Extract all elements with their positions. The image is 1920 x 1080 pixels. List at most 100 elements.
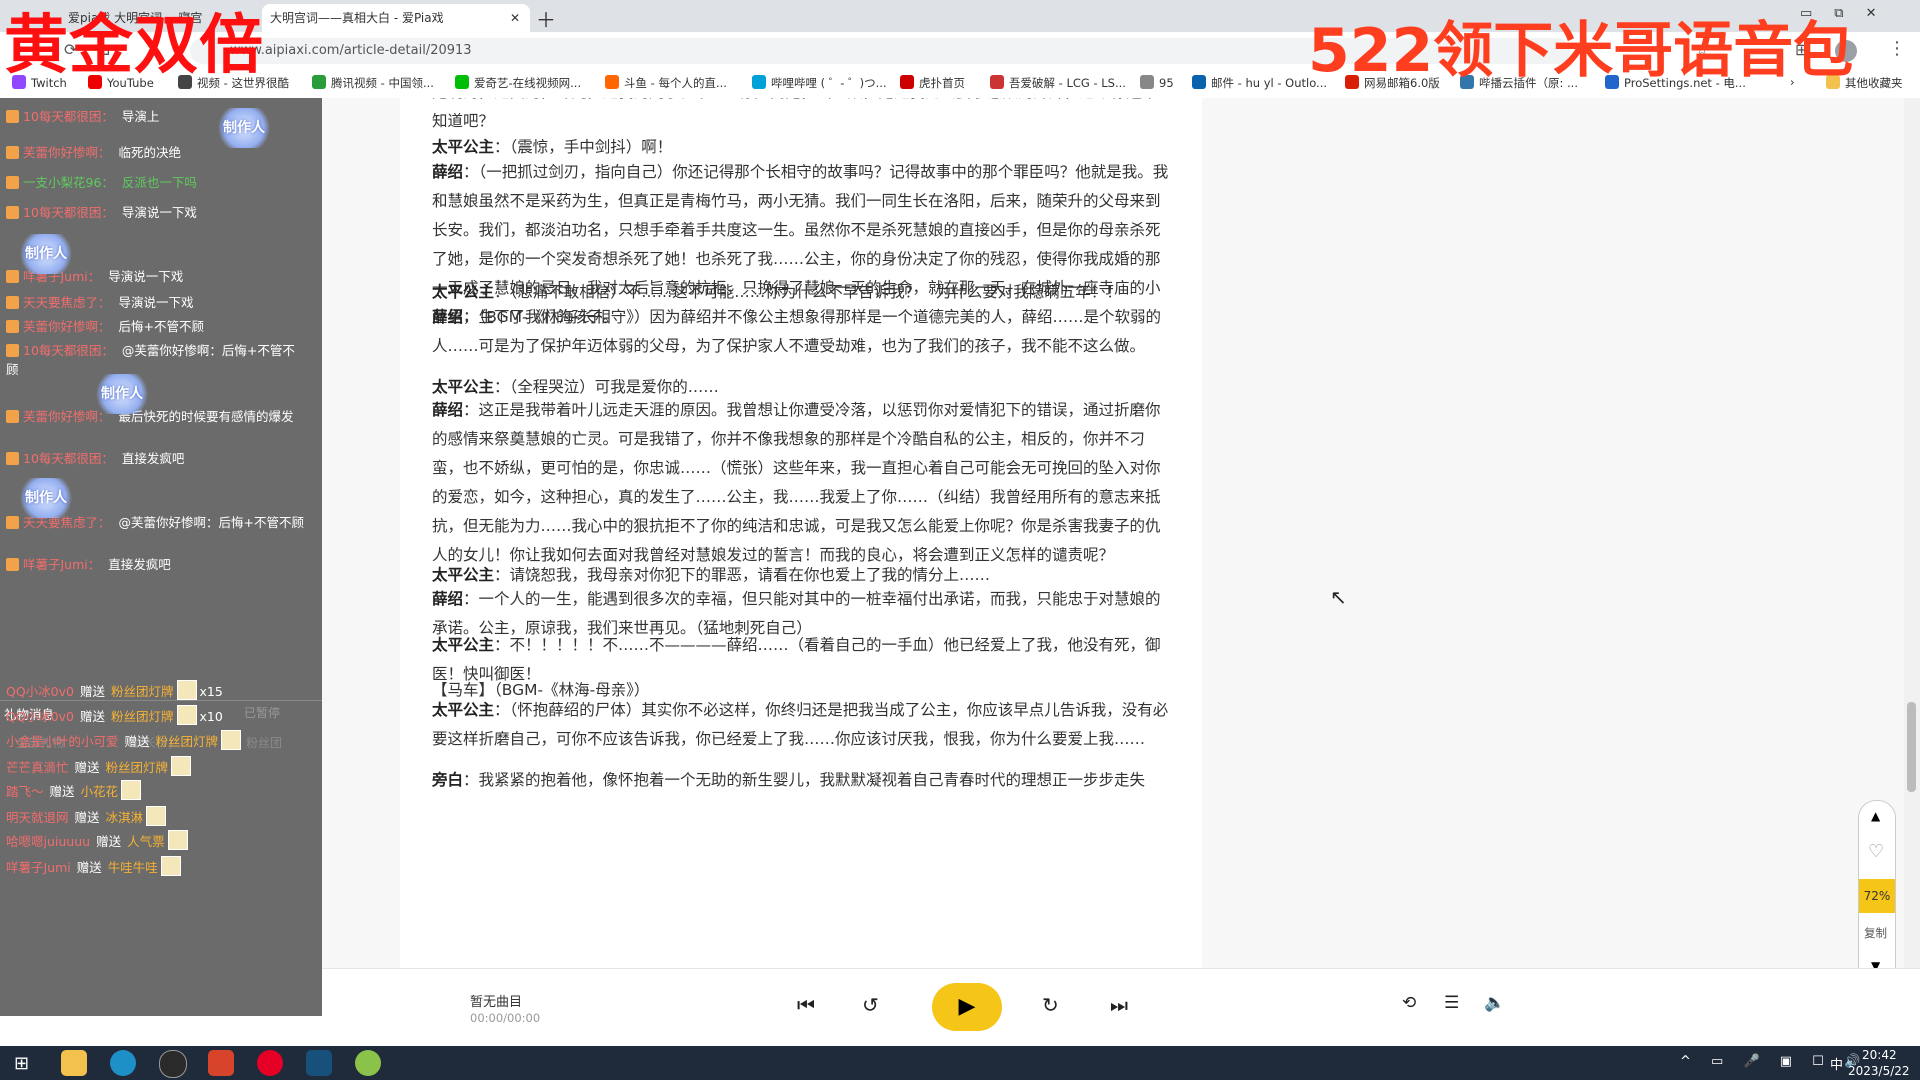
iqiyi-icon	[455, 75, 469, 89]
chat-text: 临死的决绝	[118, 145, 182, 160]
app-icon-2[interactable]	[355, 1050, 381, 1076]
gift-tab-fans[interactable]: 粉丝团	[246, 734, 282, 751]
speaker-name: 太平公主	[432, 283, 495, 301]
steam-icon[interactable]	[306, 1050, 332, 1076]
chat-message: 10每天都很困： 直接发疯吧	[6, 448, 306, 467]
paragraph-text: 她说的，是真的，叶儿，是我的儿子。（BGM停）而她，叫瑾娘，她是我死去妻子慧娘的…	[432, 98, 1158, 130]
bookmark-item[interactable]: 腾讯视频 - 中国领...	[312, 75, 434, 91]
gift-verb: 赠送	[96, 834, 122, 849]
script-paragraph: 她说的，是真的，叶儿，是我的儿子。（BGM停）而她，叫瑾娘，她是我死去妻子慧娘的…	[432, 98, 1172, 136]
gift-username[interactable]: 小盒是小叶的小可爱	[6, 734, 119, 749]
chat-username[interactable]: 10每天都很困：	[23, 343, 114, 358]
chat-text: 导演说一下戏	[108, 269, 184, 284]
chat-username[interactable]: 咩薯子Jumi：	[23, 557, 100, 572]
room-badge-icon	[6, 110, 19, 123]
chat-username[interactable]: 10每天都很困：	[23, 205, 114, 220]
speaker-name: 薛绍	[432, 163, 464, 181]
gift-message: 明天就退网 赠送 冰淇淋	[6, 806, 169, 826]
chat-username[interactable]: 天天要焦虑了：	[23, 295, 111, 310]
windows-start-icon[interactable]: ⊞	[14, 1053, 29, 1074]
gift-username[interactable]: 哈嗯嗯juiuuuu	[6, 834, 90, 849]
speaker-name: 薛绍	[432, 590, 464, 608]
gift-icon	[121, 780, 142, 800]
gift-username[interactable]: QQ小冰0v0	[6, 709, 74, 724]
copy-button[interactable]: 复制	[1864, 925, 1887, 941]
new-tab-icon[interactable]: ＋	[536, 4, 556, 33]
bookmark-item[interactable]: 爱奇艺-在线视频网...	[455, 75, 581, 91]
chat-text: 导演说一下戏	[121, 205, 197, 220]
previous-icon[interactable]: ⏮	[797, 993, 815, 1017]
clock-date[interactable]: 2023/5/22	[1848, 1064, 1910, 1078]
volume-icon[interactable]: 🔈	[1484, 993, 1505, 1013]
netease-music-icon[interactable]	[257, 1050, 283, 1076]
scrollbar[interactable]	[1904, 98, 1920, 968]
tab-2[interactable]: 大明宫词——真相大白 - 爱Pia戏 ✕	[262, 4, 530, 32]
gift-username[interactable]: 芒芒真滴忙	[6, 760, 69, 775]
bookmark-item[interactable]: 哔哩哔哩 ( ゜- ゜)つ...	[752, 75, 887, 91]
chat-username[interactable]: 芙蕾你好惨啊：	[23, 145, 111, 160]
bookmark-item[interactable]: 吾爱破解 - LCG - LS...	[990, 75, 1126, 91]
scroll-up-icon[interactable]: ▲	[1871, 809, 1880, 823]
rewind-15-icon[interactable]: ↺	[862, 993, 879, 1017]
paragraph-text: ：（悲痛不敢相信）不……这不可能……你为什么不早告诉我？ 为什么要对我隐瞒五年！…	[494, 283, 1122, 301]
producer-badge: 制作人	[92, 374, 152, 414]
gift-icon	[221, 730, 242, 750]
chat-username[interactable]: 一支小梨花96：	[23, 175, 114, 190]
chat-username[interactable]: 10每天都很困：	[23, 109, 114, 124]
room-badge-icon	[6, 206, 19, 219]
chat-username[interactable]: 芙蕾你好惨啊：	[23, 319, 111, 334]
danmaku-overlay: 礼物消息 已暂停 全部礼物 舰长(7) 粉丝团 10每天都很困： 导演上 芙蕾你好惨…	[0, 98, 322, 1016]
gift-message: 咩薯子Jumi 赠送 牛哇牛哇	[6, 856, 184, 876]
chat-message: 天天要焦虑了： 导演说一下戏	[6, 292, 306, 311]
speaker-name: 薛绍	[432, 401, 464, 419]
close-icon[interactable]: ✕	[510, 4, 520, 32]
gift-username[interactable]: QQ小冰0v0	[6, 684, 74, 699]
obs-icon[interactable]	[159, 1050, 187, 1078]
bookmark-item[interactable]: 邮件 - hu yl - Outlo...	[1192, 75, 1327, 91]
promo-text-left: 黄金双倍	[4, 9, 264, 83]
file-explorer-icon[interactable]	[61, 1050, 87, 1076]
heart-icon[interactable]: ♡	[1868, 841, 1884, 862]
script-paragraph: 旁白：我紧紧的抱着他，像怀抱着一个无助的新生婴儿，我默默凝视着自己青春时代的理想…	[432, 766, 1172, 795]
chat-text: 反派也一下吗	[121, 175, 197, 190]
gift-verb: 赠送	[124, 734, 150, 749]
ime-indicator[interactable]: 中	[1830, 1054, 1843, 1073]
producer-badge: 制作人	[16, 478, 76, 518]
gift-username[interactable]: 明天就退网	[6, 810, 69, 825]
chat-username[interactable]: 10每天都很困：	[23, 451, 114, 466]
repeat-icon[interactable]: ⟲	[1402, 993, 1416, 1013]
edge-icon[interactable]	[110, 1050, 136, 1076]
playlist-icon[interactable]: ☰	[1444, 993, 1459, 1013]
gift-username[interactable]: 咩薯子Jumi	[6, 860, 71, 875]
bookmark-item[interactable]: 虎扑首页	[900, 75, 965, 91]
bilibili-icon	[752, 75, 766, 89]
speaker-name: 太平公主	[432, 378, 495, 396]
clock-time[interactable]: 20:42	[1862, 1048, 1897, 1062]
gift-count: x15	[199, 684, 223, 699]
room-badge-icon	[6, 558, 19, 571]
douyu-icon	[605, 75, 619, 89]
bookmark-item[interactable]: 95	[1140, 75, 1174, 90]
gift-username[interactable]: 踏飞～	[6, 784, 44, 799]
bookmark-label: 斗鱼 - 每个人的直...	[624, 76, 727, 90]
gift-pause-toggle[interactable]: 已暂停	[244, 704, 280, 721]
room-badge-icon	[6, 146, 19, 159]
chat-message: 一支小梨花96： 反派也一下吗	[6, 172, 306, 191]
paragraph-text: ：请饶恕我，我母亲对你犯下的罪恶，请看在你也爱上了我的情分上……	[494, 566, 991, 584]
bookmark-label: 其他收藏夹	[1845, 76, 1903, 90]
room-badge-icon	[6, 320, 19, 333]
gift-icon	[160, 856, 181, 876]
app-icon[interactable]	[208, 1050, 234, 1076]
bookmark-label: 哔哩哔哩 ( ゜- ゜)つ...	[771, 76, 887, 90]
chat-message: 咩薯子Jumi： 直接发疯吧	[6, 554, 306, 573]
promo-text-right: 522领下米哥语音包	[1308, 16, 1854, 86]
play-button[interactable]: ▶	[932, 983, 1002, 1031]
producer-badge: 制作人	[214, 108, 274, 148]
scrollbar-thumb[interactable]	[1907, 702, 1916, 792]
gift-icon	[176, 680, 197, 700]
paragraph-text: ：这正是我带着叶儿远走天涯的原因。我曾想让你遭受冷落，以惩罚你对爱情犯下的错误，…	[432, 401, 1161, 564]
bookmark-item[interactable]: 斗鱼 - 每个人的直...	[605, 75, 727, 91]
menu-icon[interactable]: ⋮	[1888, 38, 1906, 59]
forward-15-icon[interactable]: ↻	[1042, 993, 1059, 1017]
next-icon[interactable]: ⏭	[1110, 993, 1128, 1017]
